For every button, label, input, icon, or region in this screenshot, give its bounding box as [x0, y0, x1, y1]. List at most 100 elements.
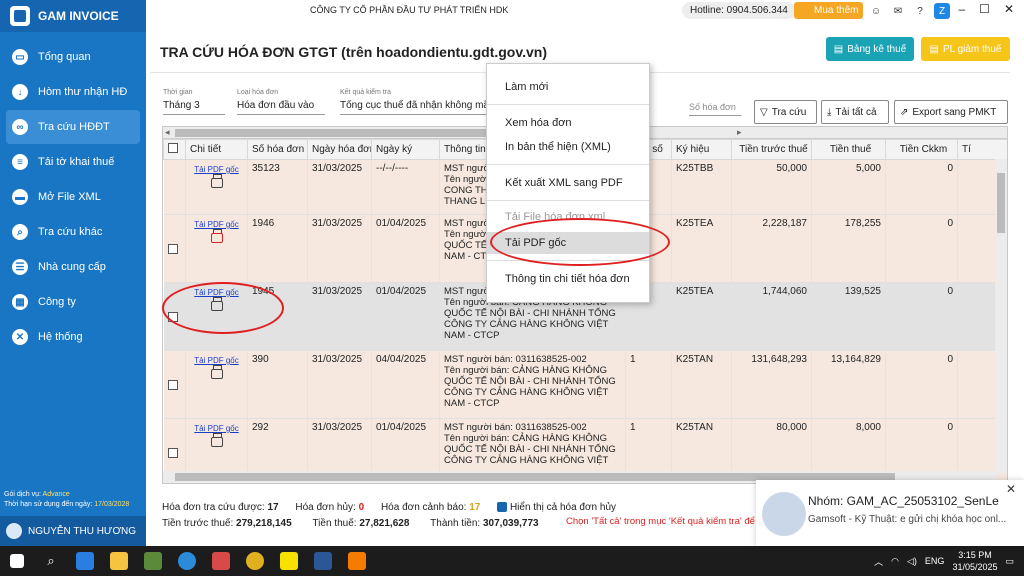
sidebar-item-tong-quan[interactable]: ▭ Tổng quan [6, 40, 140, 74]
chat-icon[interactable]: ✉ [890, 3, 906, 19]
export-button[interactable]: ⇗ Export sang PMKT [894, 100, 1008, 124]
language-indicator[interactable]: ENG [925, 556, 945, 566]
chevron-up-icon[interactable]: ︿ [874, 555, 883, 568]
invoice-number-input[interactable]: Số hóa đơn [689, 102, 741, 116]
result-label: Kết quả kiểm tra [340, 89, 391, 96]
download-icon: ⤓ [827, 106, 832, 118]
help-icon[interactable]: ? [912, 3, 928, 19]
menu-item-invoice-details[interactable]: Thông tin chi tiết hóa đơn [487, 268, 649, 290]
type-filter[interactable]: Loại hóa đơn Hóa đơn đầu vào [237, 89, 325, 115]
chrome-icon[interactable] [238, 546, 272, 576]
column-header[interactable]: Ngày ký [371, 139, 440, 160]
printer-icon[interactable] [210, 229, 223, 243]
windows-start-icon[interactable] [0, 546, 34, 576]
maximize-icon[interactable]: ☐ [979, 2, 990, 16]
select-all-header[interactable] [163, 139, 186, 160]
game-icon[interactable] [136, 546, 170, 576]
period-filter[interactable]: Thời gian Tháng 3 [163, 89, 225, 115]
scroll-left-icon[interactable]: ◂ [165, 127, 170, 138]
menu-item-print-xml[interactable]: In bản thể hiện (XML) [487, 136, 649, 158]
user-icon[interactable]: ☺ [868, 3, 884, 19]
menu-item-view-invoice[interactable]: Xem hóa đơn [487, 112, 649, 134]
sidebar-item-tai-to-khai[interactable]: ≡ Tải tờ khai thuế [6, 145, 140, 179]
sidebar-item-cong-ty[interactable]: ▦ Công ty [6, 285, 140, 319]
notifications-icon[interactable]: ▭ [1005, 556, 1014, 567]
app-icon[interactable] [170, 546, 204, 576]
export-label: Export sang PMKT [912, 106, 997, 118]
zalo-icon[interactable]: Z [934, 3, 950, 19]
row-checkbox[interactable] [167, 448, 178, 458]
column-header[interactable]: Số hóa đơn [247, 139, 308, 160]
sidebar-item-tra-cuu-khac[interactable]: ⌕ Tra cứu khác [6, 215, 140, 249]
sticky-notes-icon[interactable] [272, 546, 306, 576]
tax-reduction-button[interactable]: ▤ PL giảm thuế [921, 37, 1010, 61]
type-select[interactable]: Hóa đơn đầu vào [237, 100, 325, 115]
menu-item-refresh[interactable]: Làm mới [487, 76, 649, 98]
row-select-cell[interactable] [163, 159, 186, 215]
search-button[interactable]: ▽ Tra cứu [754, 100, 817, 124]
wifi-icon[interactable]: ◠ [891, 556, 899, 567]
company-name: CÔNG TY CỔ PHẦN ĐẦU TƯ PHÁT TRIỂN HDK [310, 5, 509, 15]
select-all-checkbox[interactable] [168, 143, 178, 153]
vertical-scrollbar[interactable] [995, 159, 1007, 473]
minimize-icon[interactable]: – [958, 2, 965, 16]
tax-summary-button[interactable]: ▤ Bảng kê thuế [826, 37, 914, 61]
search-icon: ⌕ [12, 224, 28, 240]
column-header[interactable]: Tiền trước thuế [731, 139, 812, 160]
download-pdf-link[interactable]: Tải PDF gốc [190, 220, 243, 229]
search-button-label: Tra cứu [771, 106, 807, 118]
taskbar: ⌕ [0, 546, 1024, 576]
sidebar-item-mo-file-xml[interactable]: ▬ Mở File XML [6, 180, 140, 214]
word-icon[interactable] [306, 546, 340, 576]
column-header[interactable]: Tí [957, 139, 1007, 160]
column-header[interactable]: Tiền Ckkm [885, 139, 958, 160]
column-header[interactable]: Tiền thuế [811, 139, 886, 160]
column-header[interactable]: Ký hiệu [671, 139, 732, 160]
file-explorer-icon[interactable] [102, 546, 136, 576]
chat-notification[interactable]: Nhóm: GAM_AC_25053102_SenLe Gamsoft - Kỹ… [756, 480, 1024, 546]
column-header[interactable]: Ngày hóa đơn [307, 139, 372, 160]
row-select-cell[interactable] [163, 214, 186, 283]
sidebar-item-tra-cuu-hddt[interactable]: ∞ Tra cứu HĐĐT [6, 110, 140, 144]
gam-invoice-icon[interactable] [340, 546, 374, 576]
chat-app-icon[interactable] [204, 546, 238, 576]
volume-icon[interactable]: ◁) [907, 556, 917, 567]
result-select[interactable]: Tổng cục thuế đã nhận không mã [340, 100, 488, 115]
close-icon[interactable]: ✕ [1004, 2, 1014, 16]
result-filter[interactable]: Kết quả kiểm tra Tổng cục thuế đã nhận k… [340, 89, 488, 115]
close-icon[interactable]: ✕ [1006, 482, 1016, 496]
system-tray: ︿ ◠ ◁) ENG 3:15 PM 31/05/2025 ▭ [874, 546, 1024, 576]
period-select[interactable]: Tháng 3 [163, 100, 225, 115]
tax-total-label: Tiền thuế: [312, 518, 357, 529]
filter-icon: ▽ [760, 106, 768, 118]
printer-icon[interactable] [210, 365, 223, 379]
download-all-button[interactable]: ⤓ Tải tất cả [821, 100, 889, 124]
row-checkbox[interactable] [167, 244, 178, 254]
dropbox-icon[interactable] [68, 546, 102, 576]
user-panel[interactable]: NGUYỄN THU HƯƠNG [0, 516, 146, 546]
column-header[interactable]: Chi tiết [185, 139, 248, 160]
printer-icon[interactable] [210, 174, 223, 188]
row-select-cell[interactable] [163, 350, 186, 419]
sidebar-item-hom-thu[interactable]: ↓ Hòm thư nhận HĐ [6, 75, 140, 109]
clock[interactable]: 3:15 PM 31/05/2025 [952, 549, 997, 573]
scroll-right-icon[interactable]: ▸ [737, 127, 742, 138]
menu-separator [487, 200, 649, 201]
search-icon[interactable]: ⌕ [34, 546, 68, 576]
download-pdf-link[interactable]: Tải PDF gốc [190, 165, 243, 174]
total-value: 307,039,773 [483, 518, 539, 529]
buy-more-button[interactable]: Mua thêm [794, 2, 864, 19]
printer-icon[interactable] [210, 433, 223, 447]
expiry-value: 17/03/2028 [94, 501, 130, 508]
menu-item-export-pdf[interactable]: Kết xuất XML sang PDF [487, 172, 649, 194]
table-row[interactable]: Tải PDF gốc 390 31/03/2025 04/04/2025 MS… [163, 350, 1007, 419]
notification-body: Gamsoft - Kỹ Thuật: e gửi chị khóa học o… [808, 514, 1007, 525]
download-pdf-link[interactable]: Tải PDF gốc [190, 356, 243, 365]
row-checkbox[interactable] [167, 380, 178, 390]
show-cancelled-checkbox[interactable] [497, 502, 508, 513]
download-pdf-link[interactable]: Tải PDF gốc [190, 424, 243, 433]
scroll-thumb[interactable] [997, 173, 1005, 233]
amount-before-cell: 131,648,293 [731, 350, 812, 419]
sidebar-item-nha-cung-cap[interactable]: ☰ Nhà cung cấp [6, 250, 140, 284]
sidebar-item-he-thong[interactable]: ✕ Hệ thống [6, 320, 140, 354]
